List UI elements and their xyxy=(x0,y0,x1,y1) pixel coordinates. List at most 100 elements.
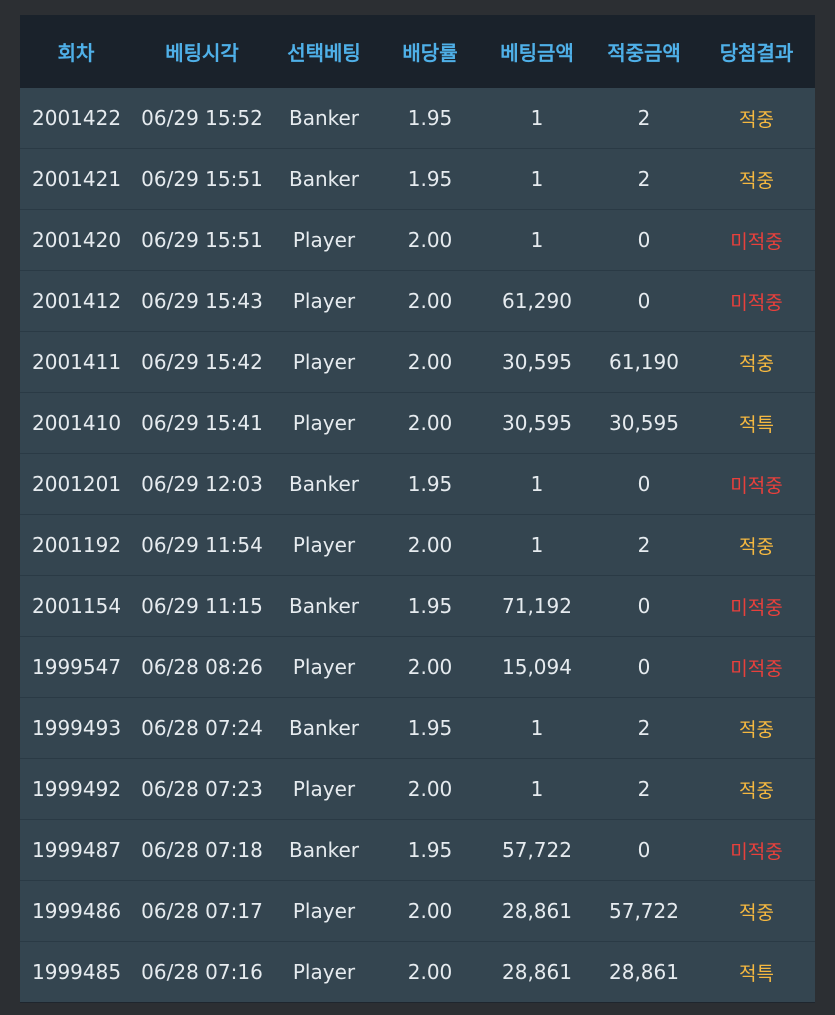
cell-bet-amount: 30,595 xyxy=(484,392,590,454)
table-row[interactable]: 2001420 06/29 15:51 Player 2.00 1 0 미적중 xyxy=(20,209,815,271)
cell-win-amount: 30,595 xyxy=(590,392,698,454)
cell-bet-time: 06/29 15:52 xyxy=(132,88,272,149)
table-row[interactable]: 2001421 06/29 15:51 Banker 1.95 1 2 적중 xyxy=(20,148,815,210)
cell-win-amount: 2 xyxy=(590,148,698,210)
cell-result: 적중 xyxy=(698,148,815,210)
cell-bet-time: 06/29 15:51 xyxy=(132,148,272,210)
table-row[interactable]: 1999485 06/28 07:16 Player 2.00 28,861 28,861… xyxy=(20,941,815,1002)
table-row[interactable]: 1999547 06/28 08:26 Player 2.00 15,094 0 미적중 xyxy=(20,636,815,698)
cell-selection: Player xyxy=(272,331,376,393)
cell-result: 적특 xyxy=(698,392,815,454)
header-bet-time[interactable]: 베팅시각 xyxy=(132,15,272,88)
cell-bet-time: 06/29 15:42 xyxy=(132,331,272,393)
cell-bet-time: 06/29 15:51 xyxy=(132,209,272,271)
cell-win-amount: 0 xyxy=(590,819,698,881)
cell-bet-time: 06/29 15:41 xyxy=(132,392,272,454)
header-win-amount[interactable]: 적중금액 xyxy=(590,15,698,88)
table-row[interactable]: 2001412 06/29 15:43 Player 2.00 61,290 0 미적중 xyxy=(20,270,815,332)
cell-result: 적중 xyxy=(698,758,815,820)
cell-odds: 2.00 xyxy=(376,514,484,576)
cell-round: 1999487 xyxy=(20,819,132,881)
table-row[interactable]: 2001410 06/29 15:41 Player 2.00 30,595 30,595… xyxy=(20,392,815,454)
cell-win-amount: 0 xyxy=(590,270,698,332)
cell-selection: Player xyxy=(272,392,376,454)
cell-win-amount: 0 xyxy=(590,453,698,515)
cell-result: 미적중 xyxy=(698,636,815,698)
cell-round: 2001420 xyxy=(20,209,132,271)
cell-round: 1999547 xyxy=(20,636,132,698)
cell-selection: Player xyxy=(272,270,376,332)
cell-bet-time: 06/29 11:15 xyxy=(132,575,272,637)
cell-result: 미적중 xyxy=(698,270,815,332)
cell-bet-amount: 1 xyxy=(484,209,590,271)
cell-result: 적중 xyxy=(698,880,815,942)
table-row[interactable]: 2001411 06/29 15:42 Player 2.00 30,595 61,190… xyxy=(20,331,815,393)
header-selection[interactable]: 선택베팅 xyxy=(272,15,376,88)
cell-bet-amount: 30,595 xyxy=(484,331,590,393)
cell-bet-amount: 71,192 xyxy=(484,575,590,637)
cell-odds: 1.95 xyxy=(376,819,484,881)
cell-round: 2001411 xyxy=(20,331,132,393)
table-row[interactable]: 2001422 06/29 15:52 Banker 1.95 1 2 적중 xyxy=(20,88,815,149)
cell-selection: Banker xyxy=(272,575,376,637)
cell-selection: Banker xyxy=(272,697,376,759)
header-result[interactable]: 당첨결과 xyxy=(698,15,815,88)
cell-bet-time: 06/28 07:18 xyxy=(132,819,272,881)
cell-odds: 2.00 xyxy=(376,636,484,698)
header-bet-amount[interactable]: 베팅금액 xyxy=(484,15,590,88)
cell-win-amount: 2 xyxy=(590,758,698,820)
cell-bet-time: 06/28 08:26 xyxy=(132,636,272,698)
cell-odds: 2.00 xyxy=(376,270,484,332)
cell-odds: 2.00 xyxy=(376,880,484,942)
cell-odds: 1.95 xyxy=(376,697,484,759)
header-round[interactable]: 회차 xyxy=(20,15,132,88)
cell-round: 2001410 xyxy=(20,392,132,454)
cell-selection: Player xyxy=(272,758,376,820)
cell-selection: Player xyxy=(272,209,376,271)
cell-odds: 1.95 xyxy=(376,453,484,515)
cell-bet-amount: 15,094 xyxy=(484,636,590,698)
table-body: 2001422 06/29 15:52 Banker 1.95 1 2 적중 2001421 0… xyxy=(20,88,815,1002)
cell-round: 2001422 xyxy=(20,88,132,149)
cell-odds: 1.95 xyxy=(376,88,484,149)
header-odds[interactable]: 배당률 xyxy=(376,15,484,88)
cell-bet-amount: 61,290 xyxy=(484,270,590,332)
cell-bet-time: 06/28 07:17 xyxy=(132,880,272,942)
cell-odds: 2.00 xyxy=(376,392,484,454)
cell-selection: Player xyxy=(272,941,376,1002)
cell-bet-time: 06/28 07:16 xyxy=(132,941,272,1002)
cell-bet-amount: 28,861 xyxy=(484,941,590,1002)
table-row[interactable]: 2001192 06/29 11:54 Player 2.00 1 2 적중 xyxy=(20,514,815,576)
cell-bet-amount: 1 xyxy=(484,514,590,576)
table-row[interactable]: 2001154 06/29 11:15 Banker 1.95 71,192 0 미적중 xyxy=(20,575,815,637)
cell-result: 적특 xyxy=(698,941,815,1002)
table-row[interactable]: 1999493 06/28 07:24 Banker 1.95 1 2 적중 xyxy=(20,697,815,759)
cell-odds: 1.95 xyxy=(376,575,484,637)
cell-selection: Player xyxy=(272,636,376,698)
cell-win-amount: 0 xyxy=(590,575,698,637)
cell-selection: Player xyxy=(272,514,376,576)
cell-win-amount: 2 xyxy=(590,697,698,759)
cell-odds: 2.00 xyxy=(376,331,484,393)
table-header: 회차 베팅시각 선택베팅 배당률 베팅금액 적중금액 당첨결과 xyxy=(20,15,815,88)
cell-selection: Banker xyxy=(272,148,376,210)
table-row[interactable]: 1999492 06/28 07:23 Player 2.00 1 2 적중 xyxy=(20,758,815,820)
table-row[interactable]: 1999487 06/28 07:18 Banker 1.95 57,722 0 미적중 xyxy=(20,819,815,881)
cell-result: 미적중 xyxy=(698,819,815,881)
cell-bet-time: 06/28 07:23 xyxy=(132,758,272,820)
cell-round: 2001412 xyxy=(20,270,132,332)
table-row[interactable]: 1999486 06/28 07:17 Player 2.00 28,861 57,722… xyxy=(20,880,815,942)
bet-history-table: 회차 베팅시각 선택베팅 배당률 베팅금액 적중금액 당첨결과 2001422 0… xyxy=(20,15,815,1002)
table-row[interactable]: 2001201 06/29 12:03 Banker 1.95 1 0 미적중 xyxy=(20,453,815,515)
cell-round: 2001192 xyxy=(20,514,132,576)
cell-odds: 2.00 xyxy=(376,758,484,820)
cell-result: 적중 xyxy=(698,697,815,759)
cell-bet-time: 06/29 12:03 xyxy=(132,453,272,515)
cell-odds: 1.95 xyxy=(376,148,484,210)
cell-selection: Player xyxy=(272,880,376,942)
cell-bet-time: 06/29 15:43 xyxy=(132,270,272,332)
cell-odds: 2.00 xyxy=(376,209,484,271)
cell-bet-time: 06/28 07:24 xyxy=(132,697,272,759)
cell-win-amount: 28,861 xyxy=(590,941,698,1002)
cell-selection: Banker xyxy=(272,88,376,149)
